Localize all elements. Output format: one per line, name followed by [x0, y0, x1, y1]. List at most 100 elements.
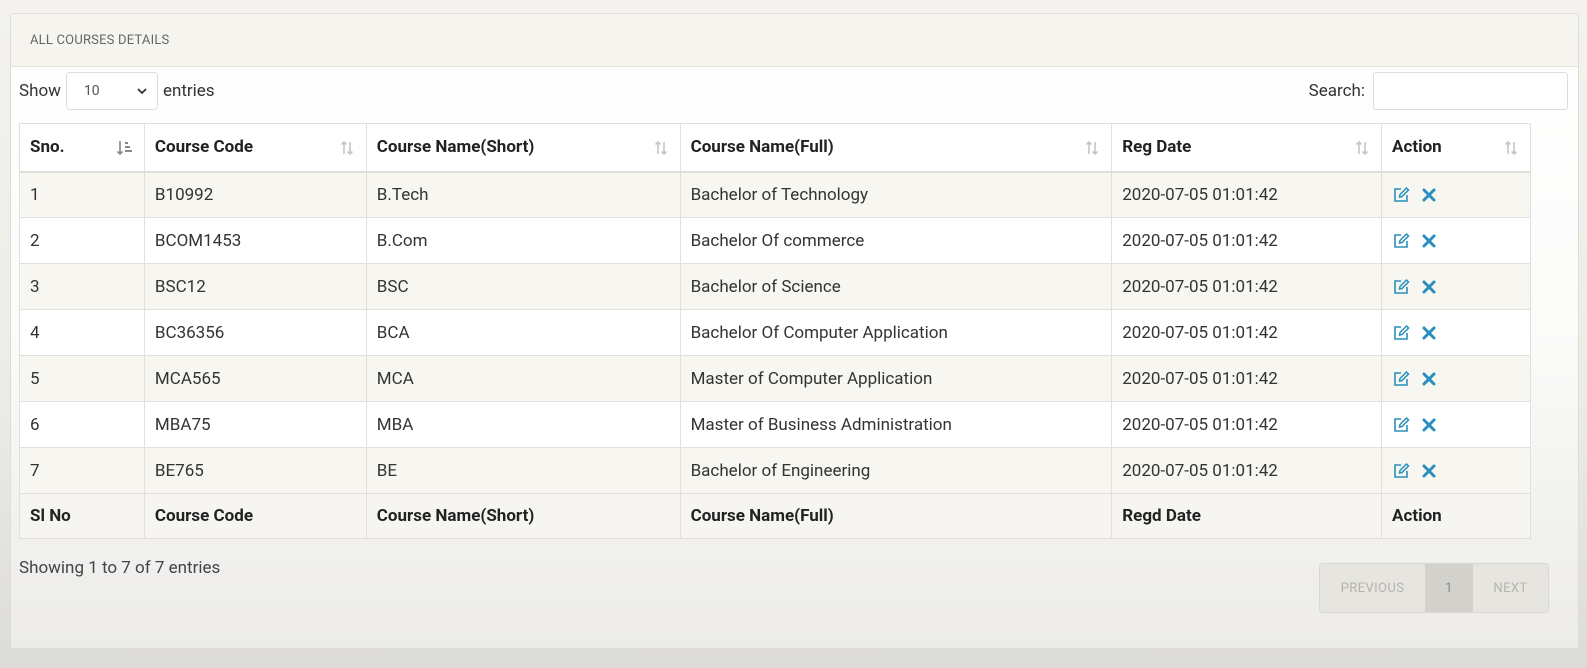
- cell-course-code: BC36356: [143, 309, 367, 356]
- row-actions: [1392, 324, 1520, 342]
- edit-icon[interactable]: [1392, 416, 1410, 434]
- pagination: PREVIOUS 1 NEXT: [1319, 563, 1549, 613]
- search-input[interactable]: [1373, 72, 1568, 110]
- row-actions: [1392, 370, 1520, 388]
- footer-course-code: Course Code: [143, 493, 367, 539]
- edit-icon[interactable]: [1392, 370, 1410, 388]
- cell-course-name-short: B.Tech: [365, 171, 681, 218]
- cell-sno: 6: [19, 401, 145, 448]
- cell-reg-date: 2020-07-05 01:01:42: [1111, 217, 1383, 264]
- sort-icon: [1504, 140, 1518, 156]
- footer-sl-no: Sl No: [19, 493, 145, 539]
- table-row: 4 BC36356 BCA Bachelor Of Computer Applicat…: [19, 309, 1531, 356]
- delete-icon[interactable]: [1420, 324, 1438, 342]
- entries-info: Showing 1 to 7 of 7 entries: [19, 558, 221, 578]
- cell-course-code: B10992: [143, 171, 367, 218]
- delete-icon[interactable]: [1420, 462, 1438, 480]
- cell-reg-date: 2020-07-05 01:01:42: [1111, 263, 1383, 310]
- cell-sno: 1: [19, 171, 145, 218]
- panel-title: ALL COURSES DETAILS: [30, 32, 170, 48]
- cell-action: [1381, 447, 1531, 494]
- edit-icon[interactable]: [1392, 324, 1410, 342]
- table-row: 2 BCOM1453 B.Com Bachelor Of commerce 2020-0…: [19, 217, 1531, 264]
- cell-course-name-short: MCA: [365, 355, 681, 402]
- delete-icon[interactable]: [1420, 186, 1438, 204]
- next-button[interactable]: NEXT: [1473, 564, 1548, 612]
- sort-icon: [1355, 140, 1369, 156]
- entries-select-value: 10: [83, 83, 100, 99]
- cell-course-name-full: Bachelor of Technology: [679, 171, 1113, 218]
- table-header-row: Sno. Course Code Course Name(Short) Cour…: [19, 123, 1531, 173]
- table-row: 7 BE765 BE Bachelor of Engineering 2020-07-0…: [19, 447, 1531, 494]
- cell-course-name-full: Bachelor Of commerce: [679, 217, 1113, 264]
- column-header-course-name-full[interactable]: Course Name(Full): [679, 123, 1113, 173]
- sort-icon: [340, 140, 353, 156]
- cell-action: [1381, 171, 1531, 218]
- cell-course-code: BSC12: [143, 263, 367, 310]
- entries-label: entries: [162, 81, 215, 101]
- delete-icon[interactable]: [1420, 370, 1438, 388]
- cell-action: [1381, 401, 1531, 448]
- delete-icon[interactable]: [1420, 232, 1438, 250]
- table-row: 1 B10992 B.Tech Bachelor of Technology 2020-…: [19, 171, 1531, 218]
- cell-course-name-full: Bachelor of Engineering: [679, 447, 1113, 494]
- delete-icon[interactable]: [1420, 416, 1438, 434]
- footer-regd-date: Regd Date: [1111, 493, 1383, 539]
- cell-reg-date: 2020-07-05 01:01:42: [1111, 447, 1383, 494]
- cell-action: [1381, 355, 1531, 402]
- column-header-course-code[interactable]: Course Code: [143, 123, 367, 173]
- row-actions: [1392, 462, 1520, 480]
- sort-icon: [1086, 140, 1099, 156]
- cell-action: [1381, 309, 1531, 356]
- delete-icon[interactable]: [1420, 278, 1438, 296]
- cell-sno: 2: [19, 217, 145, 264]
- cell-sno: 4: [19, 309, 145, 356]
- row-actions: [1392, 278, 1520, 296]
- footer-action: Action: [1381, 493, 1531, 539]
- table-row: 6 MBA75 MBA Master of Business Administrati…: [19, 401, 1531, 448]
- edit-icon[interactable]: [1392, 278, 1410, 296]
- column-header-sno[interactable]: Sno.: [19, 123, 145, 173]
- previous-button[interactable]: PREVIOUS: [1320, 564, 1425, 612]
- table-footer-row: Sl No Course Code Course Name(Short) Cou…: [19, 493, 1531, 539]
- table-controls: Show 10 entries Search:: [19, 72, 1568, 110]
- cell-course-code: MBA75: [143, 401, 367, 448]
- cell-course-name-full: Bachelor Of Computer Application: [679, 309, 1113, 356]
- search-label: Search:: [1308, 81, 1365, 101]
- cell-course-name-short: MBA: [365, 401, 681, 448]
- column-header-action[interactable]: Action: [1381, 123, 1531, 173]
- edit-icon[interactable]: [1392, 232, 1410, 250]
- table-row: 5 MCA565 MCA Master of Computer Application…: [19, 355, 1531, 402]
- edit-icon[interactable]: [1392, 186, 1410, 204]
- cell-course-name-full: Master of Computer Application: [679, 355, 1113, 402]
- entries-select[interactable]: 10: [65, 72, 158, 110]
- cell-course-name-short: BCA: [365, 309, 681, 356]
- cell-course-name-short: B.Com: [365, 217, 681, 264]
- cell-action: [1381, 217, 1531, 264]
- chevron-down-icon: [137, 88, 147, 95]
- column-header-course-name-short[interactable]: Course Name(Short): [365, 123, 681, 173]
- cell-reg-date: 2020-07-05 01:01:42: [1111, 355, 1383, 402]
- column-header-reg-date[interactable]: Reg Date: [1111, 123, 1383, 173]
- cell-sno: 5: [19, 355, 145, 402]
- cell-reg-date: 2020-07-05 01:01:42: [1111, 171, 1383, 218]
- table-row: 3 BSC12 BSC Bachelor of Science 2020-07-05 0…: [19, 263, 1531, 310]
- edit-icon[interactable]: [1392, 462, 1410, 480]
- entries-control: Show 10 entries: [19, 72, 215, 110]
- show-label: Show: [19, 81, 61, 101]
- cell-course-code: MCA565: [143, 355, 367, 402]
- footer-course-name-short: Course Name(Short): [365, 493, 681, 539]
- cell-course-code: BCOM1453: [143, 217, 367, 264]
- table-body: 1 B10992 B.Tech Bachelor of Technology 2020-…: [19, 171, 1531, 494]
- cell-reg-date: 2020-07-05 01:01:42: [1111, 401, 1383, 448]
- cell-reg-date: 2020-07-05 01:01:42: [1111, 309, 1383, 356]
- sort-ascending-icon: [116, 141, 132, 156]
- cell-course-name-short: BSC: [365, 263, 681, 310]
- cell-course-name-short: BE: [365, 447, 681, 494]
- cell-sno: 3: [19, 263, 145, 310]
- footer-course-name-full: Course Name(Full): [679, 493, 1113, 539]
- page-1-button[interactable]: 1: [1425, 564, 1473, 612]
- panel-header: ALL COURSES DETAILS: [11, 14, 1578, 67]
- row-actions: [1392, 416, 1520, 434]
- cell-course-name-full: Master of Business Administration: [679, 401, 1113, 448]
